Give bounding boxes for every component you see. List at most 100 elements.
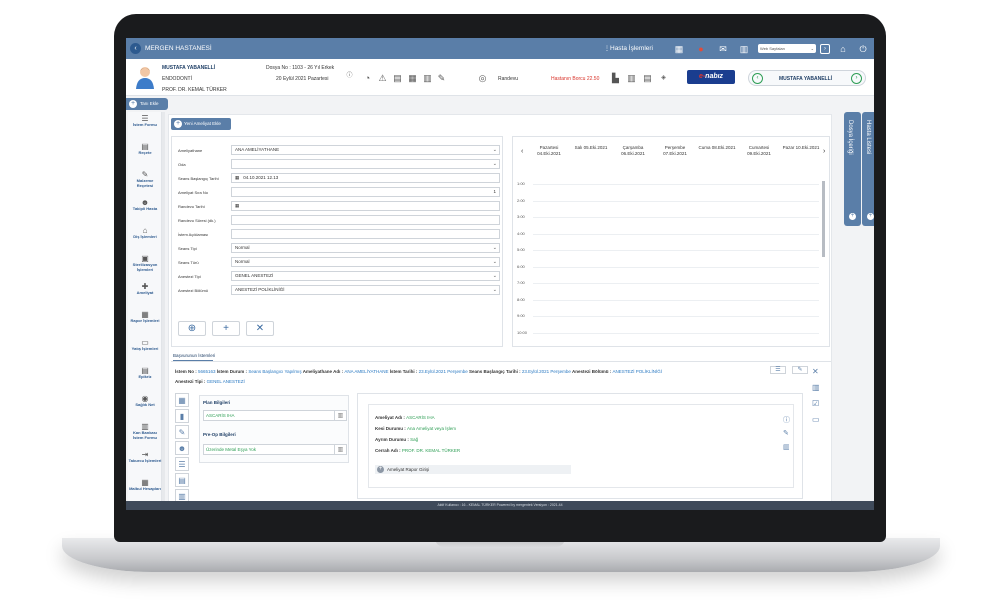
checklist-icon[interactable]: ✎ xyxy=(436,73,447,84)
pen-icon[interactable]: ✎ xyxy=(175,425,189,439)
home-icon[interactable]: ⌂ xyxy=(838,44,848,54)
calendar-hour-line xyxy=(533,266,819,268)
sidebar-item-13[interactable]: ⇥ Taburcu İşlemleri xyxy=(128,450,162,464)
preop-info-field[interactable]: Üzerinde Metal Eşya Yok ▥ xyxy=(203,444,347,455)
sidebar-item-1[interactable]: ☰ İstem Formu xyxy=(128,114,162,128)
form-select[interactable]: ⌄ xyxy=(231,159,500,169)
chevron-down-icon: ⌄ xyxy=(492,147,497,153)
calendar-icon[interactable]: ▦ xyxy=(674,44,684,54)
calendar-day-header[interactable]: Pazar 10.Eki.2021 xyxy=(780,145,822,151)
form-select[interactable]: Normal ⌄ xyxy=(231,257,500,267)
calendar-day-header[interactable]: Cumartesi 09.Eki.2021 xyxy=(738,145,780,157)
tab-application-requests[interactable]: Başvurunun İstemleri xyxy=(173,353,215,361)
sidebar-item-6[interactable]: ▣ Sterilizasyon İşlemleri xyxy=(128,254,162,272)
form-select[interactable]: GENEL ANESTEZİ ⌄ xyxy=(231,271,500,281)
list-view-icon[interactable]: ☰ xyxy=(770,366,786,374)
building-icon[interactable]: ▙ xyxy=(610,73,621,84)
calendar-day-header[interactable]: Pazartesi 04.Eki.2021 xyxy=(528,145,570,157)
team-icon[interactable]: ☻ xyxy=(175,441,189,455)
calendar-icon[interactable]: ▦ xyxy=(235,203,239,208)
plan-icon[interactable]: ▦ xyxy=(175,393,189,407)
clipboard-icon[interactable]: ▥ xyxy=(422,73,433,84)
form-field-label: Ameliyathane xyxy=(178,148,203,153)
bookmark-icon[interactable]: ▮ xyxy=(175,409,189,423)
trash-icon[interactable]: ▥ xyxy=(783,443,790,451)
info-value: 5665163 xyxy=(198,369,216,374)
form-input[interactable]: 1 xyxy=(231,187,500,197)
previous-patient-icon[interactable]: ‹ xyxy=(752,73,763,84)
warning-icon[interactable]: ⚠ xyxy=(377,73,388,84)
sidebar-item-8[interactable]: ▦ Rapor İşlemleri xyxy=(128,310,162,324)
left-scrollbar[interactable] xyxy=(162,112,165,508)
sidebar-item-7[interactable]: ✚ Ameliyat xyxy=(128,282,162,296)
sidebar-item-10[interactable]: ▤ Epikriz xyxy=(128,366,162,380)
form-select[interactable]: Normal ⌄ xyxy=(231,243,500,253)
form-input[interactable] xyxy=(231,215,500,225)
sidebar-item-5[interactable]: ⌂ Diş İşlemleri xyxy=(128,226,162,240)
calendar-scrollbar[interactable] xyxy=(822,181,825,257)
stats-icon[interactable]: ▥ xyxy=(626,73,637,84)
back-icon[interactable]: ‹ xyxy=(130,43,141,54)
e-nabiz-logo[interactable]: e-nabız xyxy=(687,70,735,84)
sidebar-item-12[interactable]: ▥ Kan Bankası İstem Formu xyxy=(128,422,162,440)
list-icon[interactable]: ☰ xyxy=(175,457,189,471)
add-diagnosis-button[interactable]: + Tanı Ekle xyxy=(126,98,168,110)
trash-icon[interactable]: ▥ xyxy=(334,411,346,420)
calendar-day-header[interactable]: Cuma 08.Eki.2021 xyxy=(696,145,738,151)
calendar-prev-icon[interactable]: ‹ xyxy=(521,148,523,155)
plan-info-field[interactable]: ASCARİS IHA ▥ xyxy=(203,410,347,421)
user-icon[interactable]: ● xyxy=(696,44,706,54)
files-icon[interactable]: ▤ xyxy=(392,73,403,84)
delete-icon[interactable]: ▥ xyxy=(812,383,820,392)
chart-icon[interactable]: ▥ xyxy=(739,44,749,54)
info-key: Ameliyathane Adı : xyxy=(301,369,345,374)
location-icon[interactable]: ◎ xyxy=(477,73,488,84)
print-icon[interactable]: ▭ xyxy=(812,415,820,424)
appointment-label[interactable]: Randevu xyxy=(498,76,518,82)
web-pages-select[interactable]: Web Sayfaları ⌄ xyxy=(758,44,816,53)
surgery-report-entry[interactable]: + Ameliyat Rapor Girişi xyxy=(375,465,571,474)
shield-icon[interactable]: ◈ xyxy=(658,73,669,84)
trash-icon[interactable]: ▥ xyxy=(334,445,346,454)
sidebar-item-4[interactable]: ☻ Takipli Hasta xyxy=(128,198,162,212)
calendar-day-header[interactable]: Perşembe 07.Eki.2021 xyxy=(654,145,696,157)
power-icon[interactable]: ⏻ xyxy=(858,44,868,54)
edit-icon[interactable]: ✎ xyxy=(783,429,789,437)
detail-value: Ana Ameliyat veya İşlem xyxy=(407,426,457,431)
sidebar-item-2[interactable]: ▤ Reçete xyxy=(128,142,162,156)
add-file-button[interactable]: ⊕ xyxy=(178,321,206,336)
form-input[interactable]: ▦ 04.10.2021 12.13 xyxy=(231,173,500,183)
cancel-button[interactable]: ✕ xyxy=(246,321,274,336)
new-surgery-button[interactable]: + Yeni Ameliyat Ekle xyxy=(171,118,231,130)
document-icon[interactable]: ▦ xyxy=(407,73,418,84)
mail-icon[interactable]: ✉ xyxy=(718,44,728,54)
form-icon[interactable]: ▤ xyxy=(175,473,189,487)
calendar-next-icon[interactable]: › xyxy=(823,148,825,155)
edit-icon[interactable]: ✎ xyxy=(792,366,808,374)
info-icon[interactable]: ⓘ xyxy=(344,71,355,82)
calendar-day-header[interactable]: Çarşamba 06.Eki.2021 xyxy=(612,145,654,157)
approve-icon[interactable]: ☑ xyxy=(812,399,819,408)
close-icon[interactable]: ✕ xyxy=(812,367,819,376)
file-contents-tab[interactable]: Dosya İçeriği + xyxy=(844,112,861,226)
next-patient-icon[interactable]: › xyxy=(851,73,862,84)
info-icon[interactable]: ⓘ xyxy=(783,415,790,425)
sidebar-item-11[interactable]: ◉ Sağlık Net xyxy=(128,394,162,408)
patient-operations-menu[interactable]: Hasta İşlemleri xyxy=(610,45,653,52)
form-input[interactable]: ▦ xyxy=(231,201,500,211)
report-icon[interactable]: ▤ xyxy=(642,73,653,84)
form-select[interactable]: ANA AMELİYATHANE ⌄ xyxy=(231,145,500,155)
calendar-icon[interactable]: ▦ xyxy=(235,175,239,180)
form-input[interactable] xyxy=(231,229,500,239)
surgery-detail-panel: + Ameliyat Rapor Girişi ⓘ ✎ ▥ Ameliyat Ad… xyxy=(357,393,803,499)
sidebar-item-14[interactable]: ▦ Malbul Hesapları xyxy=(128,478,162,492)
patient-list-tab[interactable]: Hasta Listesi + xyxy=(862,112,874,226)
sidebar-item-3[interactable]: ✎ Malzeme Reçetesi xyxy=(128,170,162,188)
clock-icon[interactable]: ◔ xyxy=(362,73,373,84)
sidebar-item-label: Epikriz xyxy=(138,374,152,379)
go-icon[interactable]: › xyxy=(820,44,830,54)
calendar-day-header[interactable]: Salı 05.Eki.2021 xyxy=(570,145,612,151)
sidebar-item-9[interactable]: ▭ Yatış İşlemleri xyxy=(128,338,162,352)
add-button[interactable]: + xyxy=(212,321,240,336)
form-select[interactable]: ANESTEZİ POLİKLİNİĞİ ⌄ xyxy=(231,285,500,295)
